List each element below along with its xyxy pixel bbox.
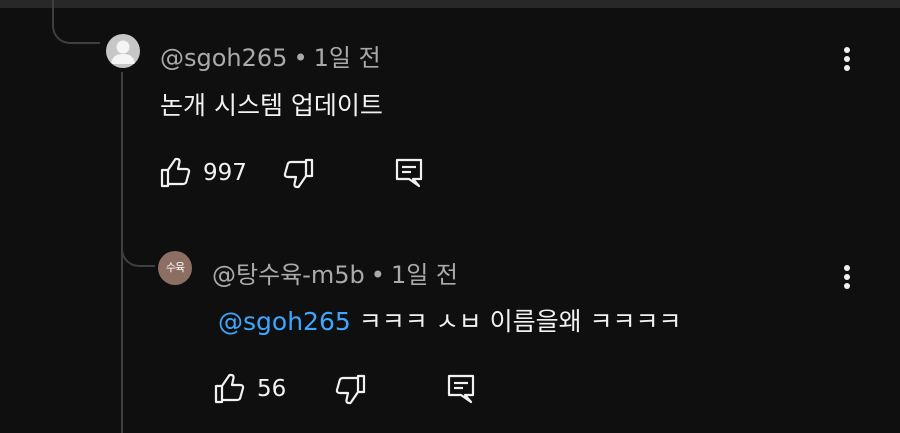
comment-meta: @sgoh265 • 1일 전: [160, 38, 381, 73]
avatar[interactable]: 수육: [158, 251, 192, 285]
vertical-dots-icon: [844, 265, 850, 289]
meta-separator: •: [293, 44, 308, 72]
top-bar: [0, 0, 900, 8]
reply-button[interactable]: [392, 156, 426, 190]
thumbs-up-icon: [214, 373, 245, 404]
person-silhouette-icon: [111, 40, 135, 64]
comment-author[interactable]: @탕수육-m5b: [212, 261, 365, 289]
thumbs-down-icon: [335, 374, 366, 405]
mention-link[interactable]: @sgoh265: [218, 307, 351, 336]
comment-actions: 997: [158, 156, 438, 196]
reply-button[interactable]: [444, 372, 478, 406]
comment-actions: 56: [212, 372, 492, 412]
reply-comment-icon: [447, 374, 475, 404]
reply-comment-icon: [395, 158, 423, 188]
like-button[interactable]: [158, 156, 192, 190]
comment-time[interactable]: 1일 전: [391, 261, 458, 289]
comment-time[interactable]: 1일 전: [314, 44, 381, 72]
dislike-button[interactable]: [282, 156, 316, 190]
avatar[interactable]: [106, 34, 140, 68]
comment-meta: @탕수육-m5b • 1일 전: [212, 255, 458, 290]
more-options-button[interactable]: [837, 262, 857, 298]
comment-text: @sgoh265 ㅋㅋㅋ ㅅㅂ 이름을왜 ㅋㅋㅋㅋ: [218, 302, 682, 338]
like-count: 997: [203, 160, 247, 186]
comment-text: 논개 시스템 업데이트: [160, 91, 383, 120]
thread-connector-reply: [121, 215, 155, 267]
more-options-button[interactable]: [837, 44, 857, 80]
comment-text-content: ㅋㅋㅋ ㅅㅂ 이름을왜 ㅋㅋㅋㅋ: [358, 307, 682, 336]
comment-author[interactable]: @sgoh265: [160, 44, 287, 72]
avatar-initials: 수육: [165, 261, 185, 274]
like-button[interactable]: [212, 372, 246, 406]
like-count: 56: [257, 376, 287, 402]
dislike-button[interactable]: [334, 372, 368, 406]
vertical-dots-icon: [844, 47, 850, 71]
thumbs-down-icon: [283, 158, 314, 189]
thread-connector-top: [52, 0, 100, 44]
meta-separator: •: [370, 261, 385, 289]
thumbs-up-icon: [160, 157, 191, 188]
